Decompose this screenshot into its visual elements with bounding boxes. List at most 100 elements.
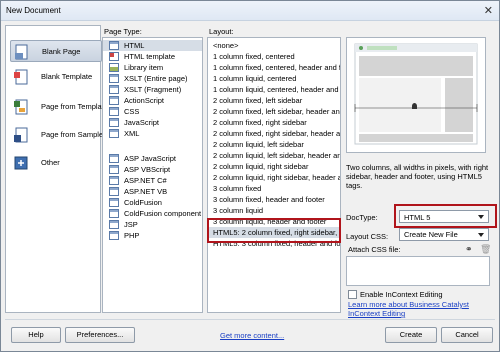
layout-item[interactable]: 2 column fixed, right sidebar, header an… — [208, 128, 341, 139]
incontext-checkbox[interactable] — [348, 290, 357, 299]
page-type-html[interactable]: HTML — [103, 40, 202, 51]
layout-label: 1 column fixed, centered — [213, 52, 295, 61]
create-button[interactable]: Create — [385, 327, 437, 343]
javascript-file-icon — [109, 118, 119, 127]
layout-item[interactable]: 1 column fixed, centered — [208, 51, 340, 62]
layout-item[interactable]: 2 column liquid, left sidebar, header an… — [208, 150, 340, 161]
page-type-actionscript[interactable]: ActionScript — [103, 95, 202, 106]
layout-item[interactable]: 2 column fixed, left sidebar, header and… — [208, 106, 340, 117]
page-type-label: PHP — [124, 231, 140, 240]
layout-css-value: Create New File — [404, 230, 458, 239]
close-icon[interactable]: ✕ — [484, 4, 493, 17]
get-more-content-link[interactable]: Get more content... — [220, 331, 284, 340]
layout-item[interactable]: <none> — [208, 40, 340, 51]
page-type-html-template[interactable]: HTML template — [103, 51, 202, 62]
category-panel: Blank Page Blank Template Page from Temp… — [5, 25, 108, 313]
library-item-icon — [109, 63, 119, 72]
preferences-button[interactable]: Preferences... — [65, 327, 135, 343]
category-label: Blank Template — [41, 72, 93, 81]
page-type-list: HTML HTML template Library item XSLT (En… — [102, 37, 203, 313]
page-type-label: HTML template — [124, 52, 175, 61]
page-type-label: ASP JavaScript — [124, 154, 176, 163]
layout-label: 2 column liquid, right sidebar, header a… — [213, 173, 340, 182]
layout-label: 2 column fixed, right sidebar, header an… — [213, 129, 341, 138]
new-document-dialog: New Document ✕ Blank Page Blank Template… — [0, 0, 500, 352]
trash-icon[interactable]: 🗑 — [480, 244, 491, 255]
layout-description: Two columns, all widths in pixels, with … — [346, 163, 489, 190]
page-type-label: ColdFusion component — [124, 209, 202, 218]
page-type-label: Library item — [124, 63, 164, 72]
asp-file-icon — [109, 165, 119, 174]
page-from-sample-icon — [14, 127, 28, 143]
layout-item[interactable]: 2 column liquid, right sidebar, header a… — [208, 172, 340, 183]
category-label: Other — [41, 158, 60, 167]
layout-label: 3 column fixed, header and footer — [213, 195, 325, 204]
php-file-icon — [109, 231, 119, 240]
layout-label: 3 column liquid — [213, 206, 264, 215]
page-type-label: XML — [124, 129, 140, 138]
help-button[interactable]: Help — [11, 327, 61, 343]
category-blank-page[interactable]: Blank Page — [10, 40, 102, 62]
page-type-aspnet-vb[interactable]: ASP.NET VB — [103, 186, 202, 197]
category-page-from-sample[interactable]: Page from Sample — [10, 124, 103, 146]
page-type-coldfusion[interactable]: ColdFusion — [103, 197, 202, 208]
layout-label: 2 column fixed, right sidebar — [213, 118, 307, 127]
layout-css-label: Layout CSS: — [346, 232, 389, 241]
page-type-asp-vbscript[interactable]: ASP VBScript — [103, 164, 202, 175]
attached-css-list[interactable] — [346, 256, 490, 286]
page-from-template-icon — [14, 99, 28, 115]
page-type-label: JavaScript — [124, 118, 160, 127]
layout-preview — [346, 37, 486, 153]
page-type-label: ASP VBScript — [124, 165, 171, 174]
layout-label: <none> — [213, 41, 239, 50]
page-type-label: CSS — [124, 107, 140, 116]
divider — [5, 319, 495, 320]
page-type-xml[interactable]: XML — [103, 128, 202, 139]
page-type-asp-javascript[interactable]: ASP JavaScript — [103, 153, 202, 164]
incontext-label: Enable InContext Editing — [360, 290, 443, 299]
layout-label: 2 column liquid, left sidebar — [213, 140, 304, 149]
xml-file-icon — [109, 129, 119, 138]
learn-more-link[interactable]: Learn more about Business Catalyst InCon… — [348, 300, 493, 318]
window-title: New Document — [6, 6, 61, 15]
page-type-library-item[interactable]: Library item — [103, 62, 202, 73]
page-type-jsp[interactable]: JSP — [103, 219, 202, 230]
doctype-label: DocType: — [346, 213, 378, 222]
category-other[interactable]: Other — [10, 152, 102, 174]
page-type-php[interactable]: PHP — [103, 230, 202, 241]
layout-item[interactable]: 2 column liquid, left sidebar — [208, 139, 340, 150]
layout-item[interactable]: 2 column fixed, right sidebar — [208, 117, 340, 128]
page-type-javascript[interactable]: JavaScript — [103, 117, 202, 128]
link-chain-icon[interactable]: ⚭ — [465, 244, 473, 255]
cancel-button[interactable]: Cancel — [441, 327, 493, 343]
category-blank-template[interactable]: Blank Template — [10, 66, 102, 88]
layout-label: 1 column liquid, centered, header and fo… — [213, 85, 340, 94]
layout-label: 1 column liquid, centered — [213, 74, 297, 83]
page-type-xslt-entire[interactable]: XSLT (Entire page) — [103, 73, 202, 84]
aspnet-file-icon — [109, 176, 119, 185]
layout-item[interactable]: 3 column fixed, header and footer — [208, 194, 340, 205]
page-type-label: HTML — [124, 41, 145, 50]
page-type-label: XSLT (Fragment) — [124, 85, 182, 94]
page-type-header: Page Type: — [104, 27, 142, 36]
layout-preview-graphic — [354, 43, 478, 145]
category-page-from-template[interactable]: Page from Template — [10, 96, 108, 118]
layout-item[interactable]: 1 column fixed, centered, header and foo… — [208, 62, 340, 73]
page-type-aspnet-csharp[interactable]: ASP.NET C# — [103, 175, 202, 186]
layout-css-select[interactable]: Create New File — [399, 228, 489, 241]
layout-label: 2 column liquid, right sidebar — [213, 162, 309, 171]
actionscript-file-icon — [109, 96, 119, 105]
page-type-xslt-fragment[interactable]: XSLT (Fragment) — [103, 84, 202, 95]
layout-item[interactable]: 3 column fixed — [208, 183, 340, 194]
layout-item[interactable]: 2 column liquid, right sidebar — [208, 161, 340, 172]
layout-item[interactable]: 1 column liquid, centered, header and fo… — [208, 84, 340, 95]
layout-item[interactable]: 1 column liquid, centered — [208, 73, 340, 84]
page-type-coldfusion-component[interactable]: ColdFusion component — [103, 208, 202, 219]
page-type-label: ASP.NET VB — [124, 187, 168, 196]
blank-page-icon — [15, 44, 28, 60]
layout-item[interactable]: 2 column fixed, left sidebar — [208, 95, 340, 106]
page-type-css[interactable]: CSS — [103, 106, 202, 117]
layout-label: 2 column fixed, left sidebar, header and… — [213, 107, 340, 116]
highlight-box-doctype — [394, 204, 497, 228]
layout-item[interactable]: 3 column liquid — [208, 205, 340, 216]
